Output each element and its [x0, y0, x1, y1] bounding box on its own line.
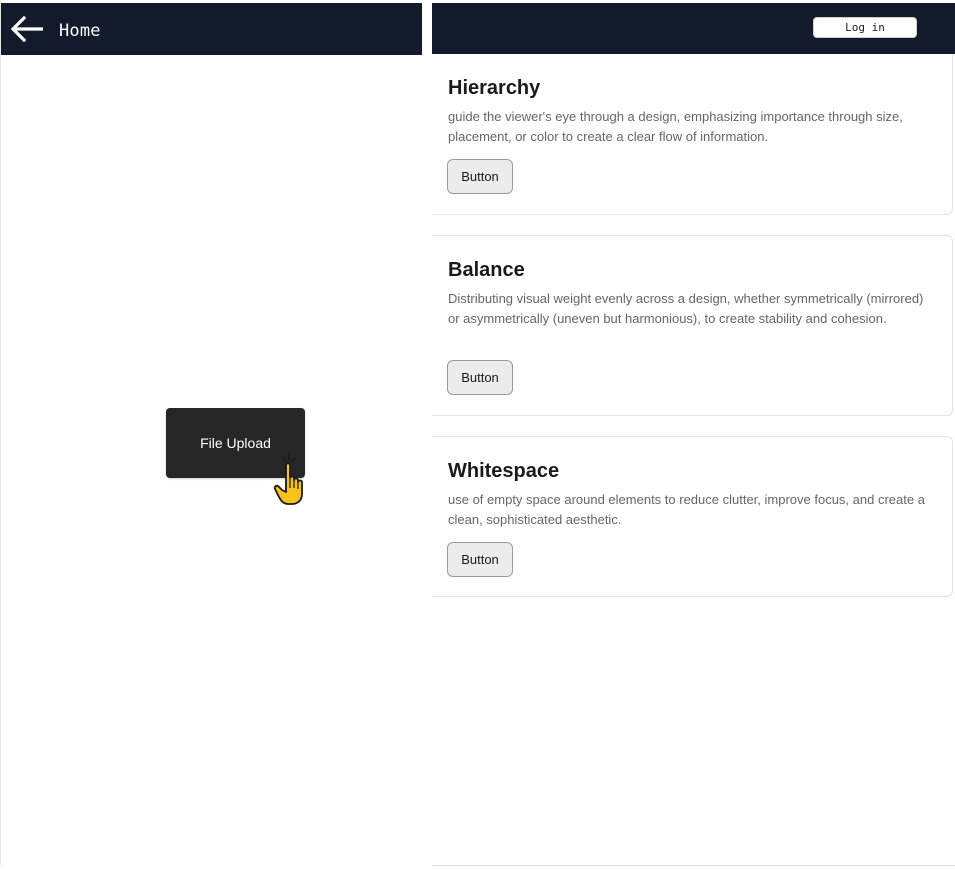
card-whitespace: Whitespace use of empty space around ele… — [432, 436, 953, 597]
left-header-bar: Home — [1, 3, 422, 55]
right-panel: Log in Hierarchy guide the viewer's eye … — [432, 0, 955, 866]
card-title: Balance — [448, 259, 525, 281]
back-button[interactable] — [11, 16, 45, 42]
card-balance: Balance Distributing visual weight evenl… — [432, 235, 953, 416]
home-title: Home — [59, 21, 101, 41]
card-description: use of empty space around elements to re… — [448, 492, 925, 527]
card-hierarchy: Hierarchy guide the viewer's eye through… — [432, 54, 953, 215]
card-button[interactable]: Button — [447, 542, 513, 577]
card-button[interactable]: Button — [447, 360, 513, 395]
card-title: Whitespace — [448, 460, 560, 482]
arrow-left-icon — [11, 16, 43, 42]
card-description: Distributing visual weight evenly across… — [448, 291, 924, 326]
hand-pointer-icon — [273, 453, 303, 505]
card-title: Hierarchy — [448, 77, 541, 99]
right-header-bar: Log in — [432, 3, 955, 54]
card-description: guide the viewer's eye through a design,… — [448, 109, 903, 144]
file-upload-label: File Upload — [200, 434, 271, 451]
page: Home File Upload Log in Hierarchy guide … — [0, 0, 955, 870]
card-button[interactable]: Button — [447, 159, 513, 194]
login-button[interactable]: Log in — [813, 17, 917, 38]
left-panel: Home File Upload — [0, 0, 422, 865]
